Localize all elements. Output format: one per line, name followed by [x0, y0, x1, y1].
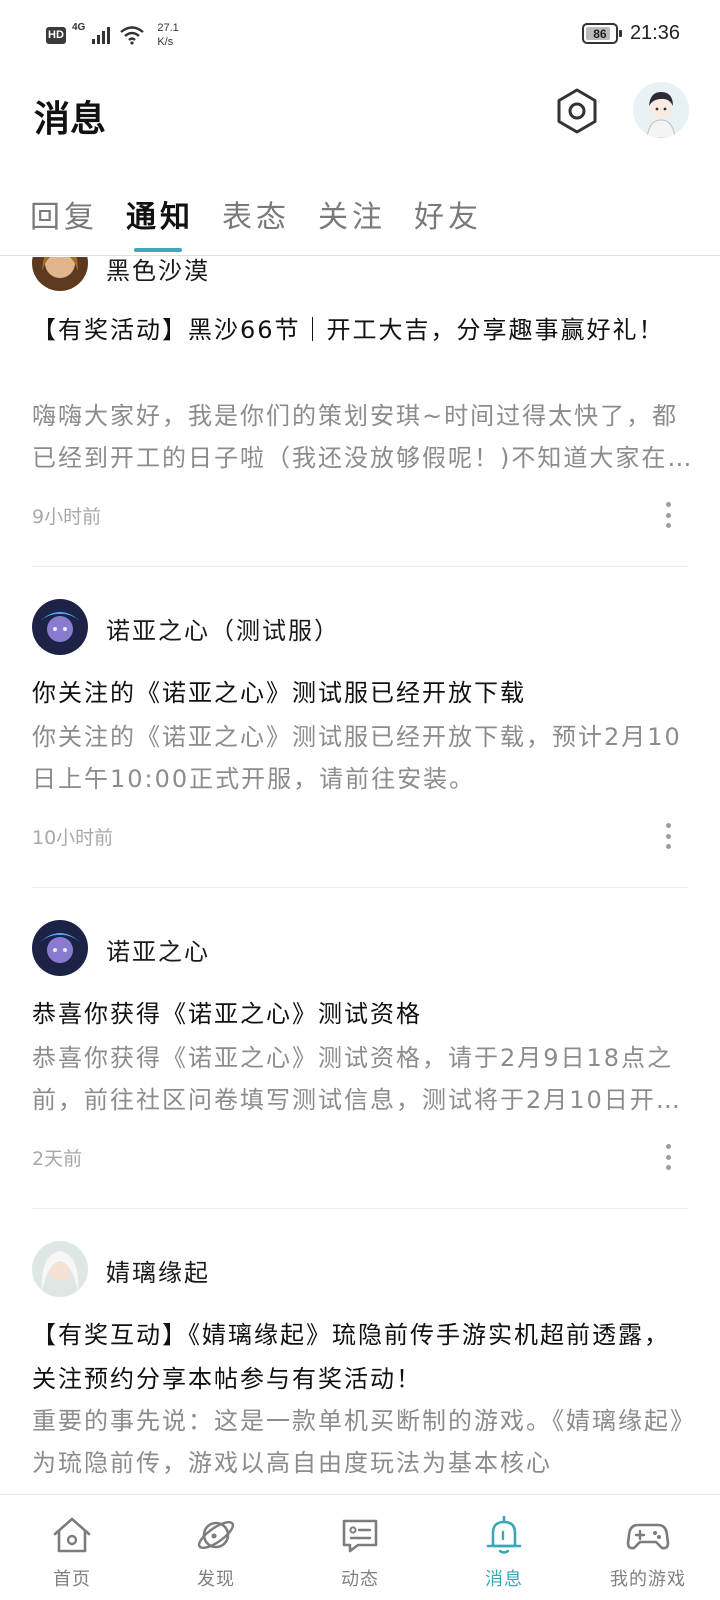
- notification-item[interactable]: 黑色沙漠 【有奖活动】黑沙66节｜开工大吉，分享趣事赢好礼！ 嗨嗨大家好，我是你…: [0, 257, 720, 567]
- sender-avatar[interactable]: [32, 257, 88, 291]
- nav-home[interactable]: 首页: [0, 1495, 144, 1600]
- settings-button[interactable]: [552, 86, 602, 136]
- gamepad-icon: [626, 1523, 670, 1550]
- notification-time: 2天前: [32, 1148, 83, 1170]
- avatar-image: [32, 257, 88, 291]
- home-icon: [53, 1517, 91, 1553]
- notification-title[interactable]: 恭喜你获得《诺亚之心》测试资格: [32, 992, 692, 1036]
- tab-follows[interactable]: 关注: [318, 192, 386, 236]
- nav-messages-label: 消息: [485, 1569, 523, 1590]
- active-tab-indicator: [134, 248, 182, 252]
- battery-icon: 86: [581, 23, 622, 44]
- sender-name: 诺亚之心（测试服）: [106, 617, 340, 645]
- sender-name: 诺亚之心: [106, 938, 210, 966]
- notification-time: 10小时前: [32, 827, 114, 849]
- notification-body[interactable]: 重要的事先说：这是一款单机买断制的游戏。《婧璃缘起》为琉隐前传，游戏以高自由度玩…: [32, 1400, 692, 1484]
- more-options-button[interactable]: [662, 823, 674, 849]
- status-right: 86 21:36: [581, 22, 680, 45]
- more-options-button[interactable]: [662, 1144, 674, 1170]
- notification-time: 9小时前: [32, 506, 102, 528]
- avatar-image: [32, 1241, 88, 1297]
- planet-icon: [197, 1520, 235, 1550]
- nav-my-games-label: 我的游戏: [610, 1569, 686, 1590]
- user-avatar[interactable]: [633, 82, 689, 138]
- notification-body[interactable]: 恭喜你获得《诺亚之心》测试资格，请于2月9日18点之前，前往社区问卷填写测试信息…: [32, 1037, 692, 1121]
- avatar-image: [32, 599, 88, 655]
- nav-feed-label: 动态: [341, 1569, 379, 1590]
- signal-icon: [92, 27, 111, 44]
- more-options-button[interactable]: [662, 502, 674, 528]
- page-header: 消息: [0, 68, 720, 168]
- tab-notifications[interactable]: 通知: [126, 192, 194, 236]
- nav-feed[interactable]: 动态: [288, 1495, 432, 1600]
- notification-title[interactable]: 你关注的《诺亚之心》测试服已经开放下载: [32, 671, 692, 715]
- avatar-image: [32, 920, 88, 976]
- hd-badge: HD: [46, 26, 66, 44]
- sender-name: 婧璃缘起: [106, 1259, 210, 1287]
- clock: 21:36: [629, 22, 680, 44]
- sender-avatar[interactable]: [32, 1241, 88, 1297]
- speed-unit: K/s: [157, 36, 174, 48]
- network-speed: 27.1 K/s: [157, 21, 178, 49]
- network-type: 4G: [72, 22, 86, 33]
- nav-discover-label: 发现: [197, 1569, 235, 1590]
- nav-my-games[interactable]: 我的游戏: [576, 1495, 720, 1600]
- notification-list[interactable]: 黑色沙漠 【有奖活动】黑沙66节｜开工大吉，分享趣事赢好礼！ 嗨嗨大家好，我是你…: [0, 257, 720, 1495]
- nav-discover[interactable]: 发现: [144, 1495, 288, 1600]
- sender-name: 黑色沙漠: [106, 257, 210, 285]
- bell-icon: [486, 1515, 522, 1554]
- notification-title[interactable]: 【有奖互动】《婧璃缘起》琉隐前传手游实机超前透露，关注预约分享本帖参与有奖活动！: [32, 1313, 692, 1401]
- nav-home-label: 首页: [53, 1569, 91, 1590]
- tab-friends[interactable]: 好友: [414, 192, 482, 236]
- avatar-illustration: [633, 82, 689, 138]
- status-left: HD 4G 27.1 K/s: [46, 20, 179, 50]
- hexagon-settings-icon: [557, 88, 597, 134]
- sender-avatar[interactable]: [32, 920, 88, 976]
- nav-messages[interactable]: 消息: [432, 1495, 576, 1600]
- notification-item[interactable]: 诺亚之心（测试服） 你关注的《诺亚之心》测试服已经开放下载 你关注的《诺亚之心》…: [0, 567, 720, 888]
- notification-item[interactable]: 婧璃缘起 【有奖互动】《婧璃缘起》琉隐前传手游实机超前透露，关注预约分享本帖参与…: [0, 1209, 720, 1495]
- notification-body[interactable]: 嗨嗨大家好，我是你们的策划安琪~时间过得太快了，都已经到开工的日子啦（我还没放够…: [32, 395, 692, 479]
- chat-bubble-icon: [342, 1519, 378, 1553]
- bottom-nav: 首页 发现 动态 消息 我的游戏: [0, 1494, 720, 1600]
- notification-body[interactable]: 你关注的《诺亚之心》测试服已经开放下载，预计2月10日上午10:00正式开服，请…: [32, 716, 692, 800]
- status-bar: HD 4G 27.1 K/s 86 21:36: [0, 0, 720, 68]
- speed-value: 27.1: [157, 22, 179, 34]
- tab-reactions[interactable]: 表态: [222, 192, 290, 236]
- sender-avatar[interactable]: [32, 599, 88, 655]
- notification-title[interactable]: 【有奖活动】黑沙66节｜开工大吉，分享趣事赢好礼！: [32, 308, 692, 352]
- tab-bar: 回复 通知 表态 关注 好友: [0, 180, 720, 256]
- tab-replies[interactable]: 回复: [30, 192, 98, 236]
- wifi-icon: [120, 26, 145, 45]
- page-title: 消息: [34, 99, 107, 140]
- battery-level: 86: [593, 26, 607, 41]
- notification-item[interactable]: 诺亚之心 恭喜你获得《诺亚之心》测试资格 恭喜你获得《诺亚之心》测试资格，请于2…: [0, 888, 720, 1209]
